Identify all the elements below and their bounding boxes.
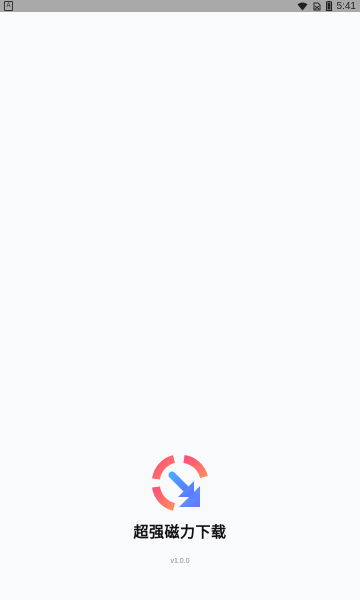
splash-screen: A 5:41 超强磁力下载 v1.0.0 [0,0,360,600]
app-version: v1.0.0 [170,558,190,565]
a-icon: A [4,1,13,11]
app-name: 超强磁力下载 [133,523,227,541]
download-arrow-ring-icon [152,455,208,511]
sim-icon [313,2,321,10]
status-time: 5:41 [336,0,356,12]
battery-icon [325,1,332,11]
wifi-icon [297,2,308,10]
status-bar: A 5:41 [0,0,360,12]
